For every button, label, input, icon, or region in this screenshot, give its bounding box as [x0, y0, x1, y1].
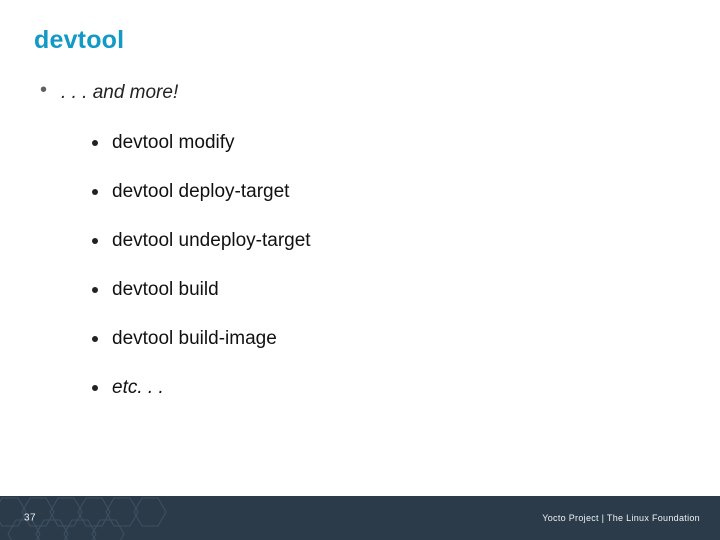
dot-icon: [92, 238, 98, 244]
dot-icon: [92, 140, 98, 146]
list-item-text: devtool undeploy-target: [112, 230, 311, 252]
list-item-text: devtool deploy-target: [112, 181, 289, 203]
list-item: devtool build: [92, 279, 311, 301]
list-item-text: etc. . .: [112, 377, 164, 399]
list-item: devtool deploy-target: [92, 181, 311, 203]
intro-row: • . . . and more!: [40, 82, 311, 104]
slide-title: devtool: [34, 26, 124, 55]
footer-bar: 37 Yocto Project | The Linux Foundation: [0, 496, 720, 540]
list-item-text: devtool modify: [112, 132, 235, 154]
list-item-text: devtool build: [112, 279, 219, 301]
slide: devtool • . . . and more! devtool modify…: [0, 0, 720, 540]
hex-decoration: [0, 496, 260, 540]
list-item: devtool modify: [92, 132, 311, 154]
sublist: devtool modify devtool deploy-target devto…: [92, 132, 311, 399]
list-item-text: devtool build-image: [112, 328, 277, 350]
page-number: 37: [24, 513, 36, 524]
list-item: devtool build-image: [92, 328, 311, 350]
dot-icon: [92, 336, 98, 342]
dot-icon: [92, 385, 98, 391]
dot-icon: [92, 189, 98, 195]
content-area: • . . . and more! devtool modifydevtool …: [40, 82, 311, 426]
list-item: devtool undeploy-target: [92, 230, 311, 252]
footer-credit: Yocto Project | The Linux Foundation: [542, 513, 700, 523]
bullet-icon: •: [40, 80, 47, 100]
intro-text: . . . and more!: [61, 82, 178, 104]
dot-icon: [92, 287, 98, 293]
list-item: etc. . .: [92, 377, 311, 399]
